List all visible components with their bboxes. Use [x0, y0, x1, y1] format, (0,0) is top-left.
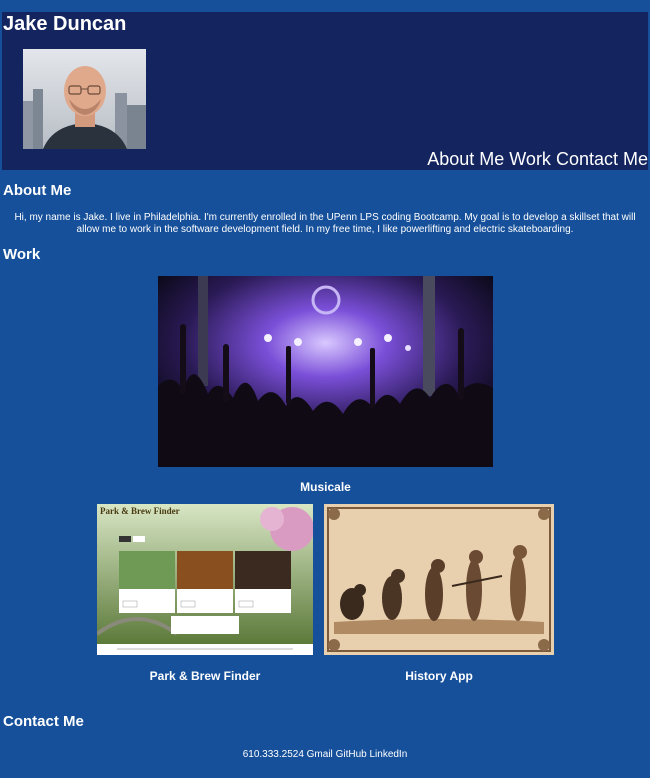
about-text: Hi, my name is Jake. I live in Philadelp… [14, 212, 636, 235]
gmail-link[interactable]: Gmail [307, 749, 333, 760]
park-brew-caption[interactable]: Park & Brew Finder [97, 669, 313, 683]
park-brew-thumb-title: Park & Brew Finder [100, 506, 180, 516]
header: Jake Duncan About Me Work Contact Me [2, 12, 648, 170]
about-heading: About Me [3, 182, 72, 199]
contact-heading: Contact Me [3, 713, 84, 730]
concert-photo [158, 276, 493, 467]
main-nav: About Me Work Contact Me [427, 148, 648, 170]
musicale-image[interactable] [158, 276, 493, 467]
contact-links: 610.333.2524 Gmail GitHub LinkedIn [0, 749, 650, 761]
park-brew-image[interactable]: Park & Brew Finder [97, 504, 313, 655]
park-brew-screenshot: Park & Brew Finder [97, 504, 313, 655]
history-app-caption[interactable]: History App [324, 669, 554, 683]
github-link[interactable]: GitHub [336, 749, 367, 760]
phone-number: 610.333.2524 [242, 749, 304, 760]
linkedin-link[interactable]: LinkedIn [369, 749, 407, 760]
nav-work[interactable]: Work [509, 149, 551, 169]
history-app-image[interactable] [324, 504, 554, 655]
work-heading: Work [3, 246, 41, 263]
site-title: Jake Duncan [3, 13, 127, 35]
musicale-caption[interactable]: Musicale [158, 480, 493, 494]
evolution-illustration [324, 504, 554, 655]
avatar-photo [23, 49, 146, 149]
nav-contact-me[interactable]: Contact Me [556, 149, 648, 169]
avatar [23, 49, 146, 149]
nav-about-me[interactable]: About Me [427, 149, 504, 169]
